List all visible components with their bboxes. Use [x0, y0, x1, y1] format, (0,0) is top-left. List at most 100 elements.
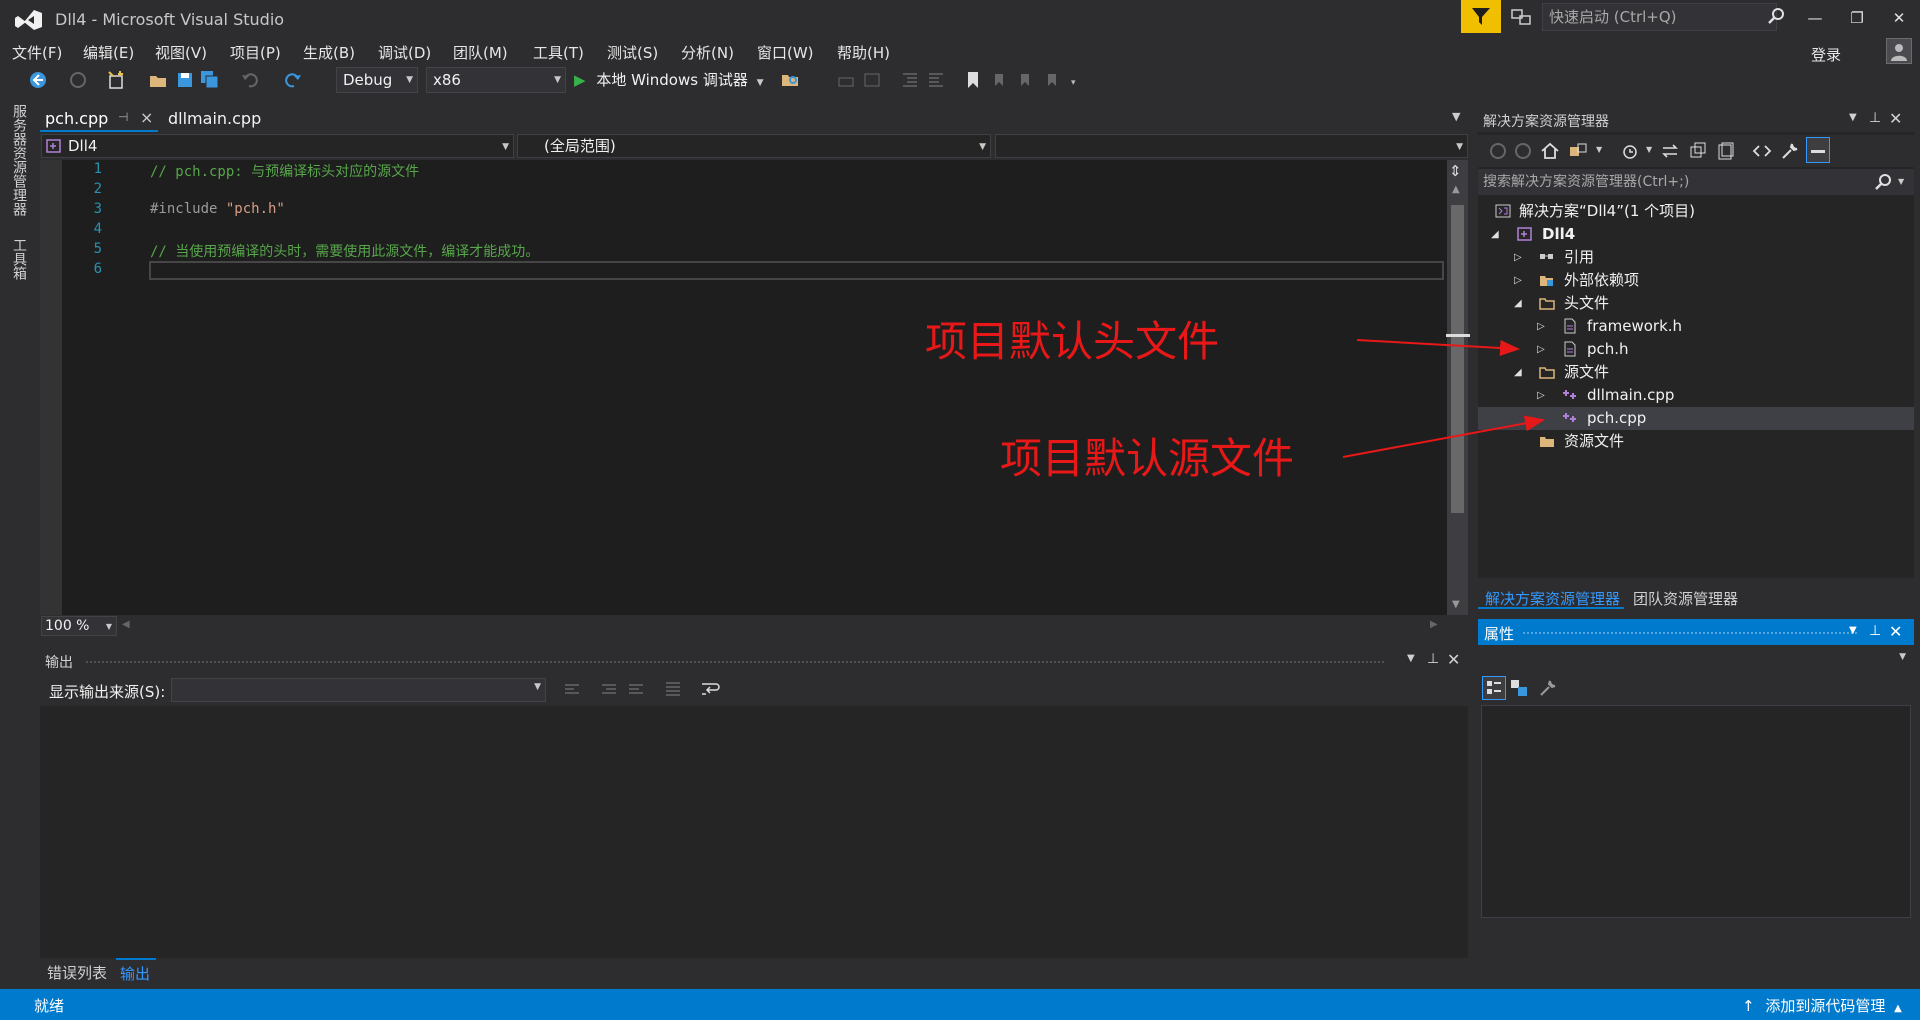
- chevron-down-icon[interactable]: ▼: [1646, 145, 1652, 154]
- chevron-down-icon[interactable]: ▼: [1849, 112, 1857, 123]
- close-button[interactable]: ✕: [1882, 4, 1916, 32]
- search-icon[interactable]: [1875, 173, 1893, 191]
- collapsed-triangle-icon[interactable]: ▷: [1537, 315, 1545, 338]
- solution-search-input[interactable]: [1478, 169, 1878, 195]
- tree-item-source-files[interactable]: ◢ 源文件: [1478, 361, 1914, 384]
- search-icon[interactable]: [1768, 7, 1786, 25]
- home-icon[interactable]: [1540, 141, 1560, 161]
- source-control-button[interactable]: ↑ 添加到源代码管理 ▲: [1742, 995, 1902, 1016]
- next-message-icon[interactable]: [626, 679, 646, 699]
- new-project-icon[interactable]: [106, 70, 126, 90]
- scrollbar-thumb[interactable]: [1451, 205, 1464, 513]
- chevron-down-icon[interactable]: ▼: [1849, 625, 1857, 636]
- properties-object-dropdown[interactable]: ▼: [1478, 647, 1914, 671]
- collapsed-triangle-icon[interactable]: ▷: [1514, 246, 1522, 269]
- toolbox-tab[interactable]: 工具箱: [9, 238, 29, 280]
- server-explorer-tab[interactable]: 服务器资源管理器: [9, 104, 29, 216]
- chevron-down-icon[interactable]: ▼: [1898, 177, 1904, 186]
- split-window-icon[interactable]: ⇕: [1449, 162, 1462, 180]
- tree-item-solution[interactable]: 解决方案“Dll4”(1 个项目): [1478, 200, 1914, 223]
- find-in-files-icon[interactable]: [780, 70, 800, 90]
- next-bookmark-icon[interactable]: [1016, 70, 1036, 90]
- minimize-button[interactable]: —: [1798, 4, 1832, 32]
- tree-item-dllmain-cpp[interactable]: ▷ dllmain.cpp: [1478, 384, 1914, 407]
- close-icon[interactable]: ×: [140, 108, 153, 127]
- find-message-icon[interactable]: [562, 679, 582, 699]
- login-link[interactable]: 登录: [1811, 44, 1841, 65]
- preview-selected-items-button[interactable]: [1806, 137, 1830, 163]
- panel-grip[interactable]: [85, 660, 1385, 664]
- collapse-all-icon[interactable]: [1688, 141, 1708, 161]
- scroll-right-icon[interactable]: ▶: [1430, 619, 1438, 630]
- collapsed-triangle-icon[interactable]: ▷: [1514, 269, 1522, 292]
- scope-dropdown[interactable]: (全局范围) ▼: [517, 134, 991, 158]
- step-icon[interactable]: [836, 70, 856, 90]
- tab-team-explorer[interactable]: 团队资源管理器: [1633, 588, 1738, 609]
- undo-icon[interactable]: [240, 70, 260, 90]
- solution-configuration-dropdown[interactable]: Debug ▼: [336, 67, 418, 93]
- expanded-triangle-icon[interactable]: ◢: [1514, 292, 1522, 315]
- sync-with-document-icon[interactable]: [1660, 141, 1680, 161]
- tab-dllmain-cpp[interactable]: dllmain.cpp: [168, 109, 261, 128]
- expanded-triangle-icon[interactable]: ◢: [1514, 361, 1522, 384]
- previous-message-icon[interactable]: [599, 679, 619, 699]
- tree-item-project[interactable]: ◢ Dll4: [1478, 223, 1914, 246]
- solution-platform-dropdown[interactable]: x86 ▼: [426, 67, 566, 93]
- menu-project[interactable]: 项目(P): [230, 42, 281, 63]
- quick-launch-input[interactable]: [1543, 4, 1748, 30]
- pending-changes-filter-icon[interactable]: [1620, 141, 1640, 161]
- close-icon[interactable]: ✕: [1889, 109, 1902, 128]
- pin-icon[interactable]: ⊣: [118, 110, 128, 124]
- toolbar-overflow-icon[interactable]: ▾: [1071, 78, 1076, 88]
- properties-wrench-icon[interactable]: [1780, 141, 1800, 161]
- project-dropdown[interactable]: Dll4 ▼: [41, 134, 514, 158]
- bookmark-icon[interactable]: [963, 70, 983, 90]
- tab-output[interactable]: 输出: [116, 958, 156, 986]
- tree-item-references[interactable]: ▷ 引用: [1478, 246, 1914, 269]
- properties-grid[interactable]: [1481, 705, 1911, 918]
- show-all-files-icon[interactable]: [1716, 141, 1736, 161]
- menu-analyze[interactable]: 分析(N): [681, 42, 734, 63]
- tree-item-pch-h[interactable]: ▷ pch.h: [1478, 338, 1914, 361]
- member-dropdown[interactable]: ▼: [995, 134, 1468, 158]
- clear-bookmarks-icon[interactable]: [1043, 70, 1063, 90]
- tree-item-resource-files[interactable]: 资源文件: [1478, 430, 1914, 453]
- menu-edit[interactable]: 编辑(E): [83, 42, 134, 63]
- scroll-down-icon[interactable]: ▼: [1452, 599, 1460, 610]
- restore-button[interactable]: ❐: [1840, 4, 1874, 32]
- menu-tools[interactable]: 工具(T): [533, 42, 584, 63]
- output-source-dropdown[interactable]: ▼: [171, 678, 546, 702]
- indent-icon[interactable]: [926, 70, 946, 90]
- open-file-icon[interactable]: [148, 70, 168, 90]
- word-wrap-icon[interactable]: [700, 679, 720, 699]
- collapsed-triangle-icon[interactable]: ▷: [1537, 338, 1545, 361]
- tab-pch-cpp[interactable]: pch.cpp ⊣ ×: [40, 106, 158, 132]
- alphabetical-icon[interactable]: [1509, 678, 1529, 698]
- back-icon[interactable]: [28, 70, 48, 90]
- pin-icon[interactable]: ⊥: [1427, 651, 1439, 667]
- categorized-button[interactable]: [1482, 676, 1506, 700]
- menu-test[interactable]: 测试(S): [607, 42, 658, 63]
- redo-icon[interactable]: [283, 70, 303, 90]
- outdent-icon[interactable]: [900, 70, 920, 90]
- menu-window[interactable]: 窗口(W): [757, 42, 814, 63]
- expanded-triangle-icon[interactable]: ◢: [1491, 223, 1499, 246]
- start-debugging-button[interactable]: ▶ 本地 Windows 调试器 ▼: [574, 68, 764, 92]
- collapsed-triangle-icon[interactable]: ▷: [1537, 384, 1545, 407]
- back-icon[interactable]: [1488, 141, 1508, 161]
- tree-item-external-dependencies[interactable]: ▷ 外部依赖项: [1478, 269, 1914, 292]
- close-icon[interactable]: ✕: [1889, 622, 1902, 641]
- zoom-dropdown[interactable]: 100 % ▼: [41, 616, 117, 636]
- property-pages-wrench-icon[interactable]: [1538, 678, 1558, 698]
- feedback-button[interactable]: [1461, 0, 1501, 33]
- switch-views-icon[interactable]: [1568, 141, 1588, 161]
- code-editor[interactable]: [40, 160, 1447, 615]
- menu-team[interactable]: 团队(M): [453, 42, 508, 63]
- chevron-down-icon[interactable]: ▼: [1407, 653, 1415, 664]
- output-text-area[interactable]: [40, 706, 1468, 958]
- scroll-up-icon[interactable]: ▲: [1452, 184, 1460, 195]
- close-icon[interactable]: ✕: [1447, 650, 1460, 669]
- tree-item-header-files[interactable]: ◢ 头文件: [1478, 292, 1914, 315]
- menu-file[interactable]: 文件(F): [12, 42, 62, 63]
- scroll-left-icon[interactable]: ◀: [122, 619, 130, 630]
